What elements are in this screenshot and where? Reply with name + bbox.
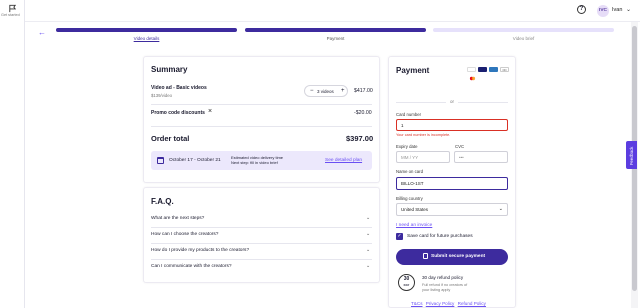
submit-label: Submit secure payment — [431, 254, 486, 259]
chevron-down-icon[interactable]: ⌄ — [366, 263, 370, 269]
refund-text: Full refund if no creators of your listi… — [422, 283, 467, 293]
amex-icon — [489, 67, 498, 72]
step-video-details[interactable]: Video details — [56, 36, 237, 41]
promo-label: Promo code discounts — [151, 110, 205, 116]
card-number-error: Your card number is incomplete. — [396, 133, 451, 137]
billing-country-select[interactable]: United States ⌄ — [396, 203, 508, 216]
cvc-placeholder: ••• — [459, 155, 464, 160]
back-arrow-icon[interactable]: ← — [38, 28, 46, 37]
feedback-label: Feedback — [629, 146, 634, 165]
order-total-value: $397.00 — [346, 134, 374, 143]
top-bar — [25, 0, 640, 22]
mastercard-icon — [467, 67, 476, 81]
step-bar-video-details — [56, 28, 237, 32]
faq-question[interactable]: What are the next steps? — [151, 216, 204, 221]
see-detailed-plan-link[interactable]: See detailed plan — [325, 158, 362, 163]
faq-divider — [151, 259, 372, 260]
name-on-card-field[interactable]: BILLO-1ST — [396, 177, 508, 190]
expiry-placeholder: MM / YY — [401, 155, 419, 160]
name-on-card-value: BILLO-1ST — [401, 181, 424, 186]
refund-text-line: your listing apply — [422, 288, 451, 292]
faq-title: F.A.Q. — [151, 197, 174, 206]
increase-quantity-button[interactable]: + — [341, 88, 345, 94]
step-bar-video-brief — [433, 28, 614, 32]
remove-promo-icon[interactable]: × — [208, 108, 212, 115]
summary-title: Summary — [151, 65, 188, 74]
refund-title: 30 day refund policy — [422, 275, 464, 280]
refund-badge-unit: DAY — [403, 283, 410, 287]
faq-question[interactable]: Can I communicate with the creators? — [151, 264, 232, 269]
invoice-link[interactable]: I need an invoice — [396, 223, 432, 228]
visa-icon — [478, 67, 487, 72]
get-started-label[interactable]: Get started — [1, 13, 20, 17]
delivery-next-step-line: Next step: fill in video brief — [231, 160, 278, 166]
order-total-label: Order total — [151, 134, 190, 143]
step-video-brief: Video brief — [512, 36, 535, 41]
chevron-down-icon[interactable]: ⌄ — [366, 231, 370, 237]
calendar-icon — [157, 157, 164, 164]
feedback-tab[interactable]: Feedback — [626, 141, 637, 169]
decrease-quantity-button[interactable]: − — [310, 88, 314, 94]
faq-divider — [151, 243, 372, 244]
quantity-label: 3 videos — [317, 89, 334, 94]
promo-value: -$20.00 — [354, 110, 372, 116]
user-name[interactable]: Ivan — [612, 7, 622, 13]
left-rail: Get started — [0, 0, 25, 308]
chevron-down-icon[interactable]: ⌄ — [626, 6, 631, 13]
cvc-label: CVC — [455, 144, 465, 149]
card-number-value: 1 — [401, 123, 404, 128]
or-label: or — [450, 99, 455, 104]
policy-links: T&Cs Privacy Policy Refund Policy — [411, 301, 488, 306]
or-divider-right — [458, 102, 508, 103]
help-icon[interactable]: ? — [577, 5, 586, 14]
or-divider-left — [396, 102, 446, 103]
faq-question[interactable]: How do I provide my products to the crea… — [151, 248, 249, 253]
delivery-estimate-text: Estimated video delivery time Next step:… — [231, 155, 283, 166]
terms-link[interactable]: T&Cs — [411, 301, 422, 306]
expiry-label: Expiry date — [396, 144, 418, 149]
flag-icon[interactable] — [8, 4, 17, 13]
summary-divider — [151, 104, 372, 105]
save-card-checkbox[interactable]: ✓ — [396, 233, 403, 240]
save-card-label: Save card for future purchases — [407, 234, 473, 239]
billing-country-label: Billing country — [396, 196, 423, 201]
privacy-policy-link[interactable]: Privacy Policy — [426, 301, 455, 306]
name-on-card-label: Name on card — [396, 169, 423, 174]
item-name: Video ad - Basic videos — [151, 85, 207, 91]
refund-policy-link[interactable]: Refund Policy — [458, 301, 486, 306]
summary-divider-2 — [151, 126, 372, 127]
delivery-dates: October 17 - October 21 — [169, 158, 221, 163]
card-number-label: Card number — [396, 112, 422, 117]
lock-icon — [423, 253, 428, 259]
faq-divider — [151, 227, 372, 228]
quantity-stepper: − 3 videos + — [304, 85, 348, 97]
card-number-field[interactable]: 1 — [396, 119, 508, 131]
faq-question[interactable]: How can I choose the creators? — [151, 232, 218, 237]
refund-badge-icon: 30 DAY — [398, 274, 415, 291]
refund-badge-number: 30 — [403, 276, 410, 282]
billing-country-value: United States — [401, 207, 429, 212]
step-bar-payment — [245, 28, 426, 32]
payment-title: Payment — [396, 66, 430, 75]
cvc-field[interactable]: ••• — [454, 151, 508, 163]
submit-payment-button[interactable]: Submit secure payment — [396, 249, 508, 265]
chevron-down-icon[interactable]: ⌄ — [366, 215, 370, 221]
expiry-field[interactable]: MM / YY — [396, 151, 450, 163]
step-payment: Payment — [326, 36, 345, 41]
delivery-estimate-box: October 17 - October 21 Estimated video … — [151, 151, 372, 170]
item-price: $417.00 — [354, 88, 373, 94]
item-unit-price: $139/video — [151, 93, 173, 98]
chevron-down-icon: ⌄ — [498, 206, 503, 212]
chevron-down-icon[interactable]: ⌄ — [366, 247, 370, 253]
more-cards-icon: ••• — [500, 67, 509, 72]
avatar[interactable]: IVC — [597, 5, 609, 17]
